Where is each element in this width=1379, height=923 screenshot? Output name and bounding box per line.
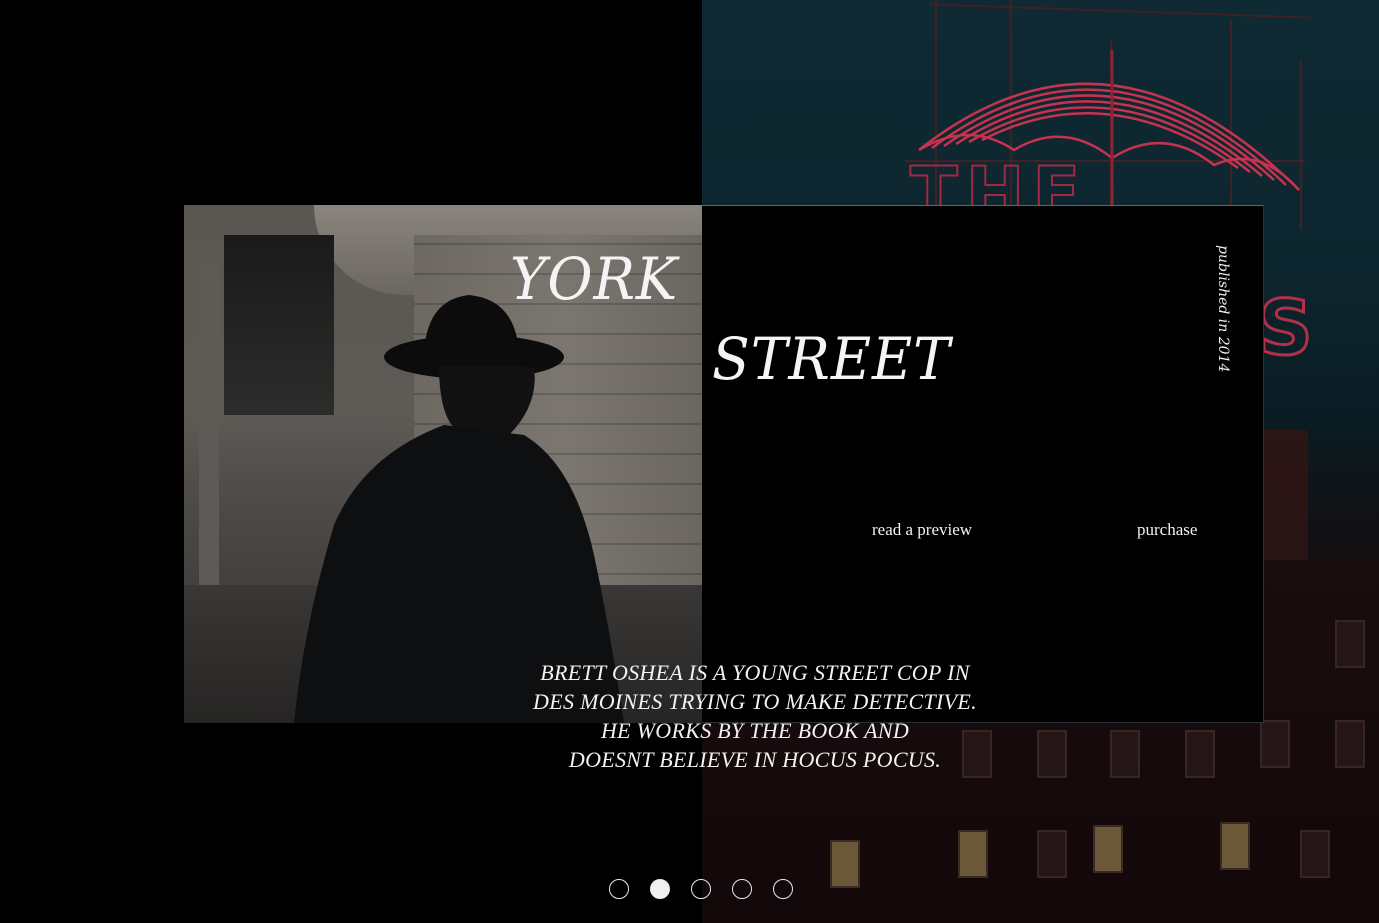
carousel-pagination: [609, 879, 793, 899]
synopsis-line: BRETT OSHEA IS A YOUNG STREET COP IN: [540, 660, 970, 685]
carousel-dot-3[interactable]: [691, 879, 711, 899]
synopsis-line: DES MOINES TRYING TO MAKE DETECTIVE.: [533, 689, 977, 714]
book-title-line1: YORK: [510, 245, 679, 313]
carousel-dot-5[interactable]: [773, 879, 793, 899]
carousel-dot-1[interactable]: [609, 879, 629, 899]
book-synopsis: BRETT OSHEA IS A YOUNG STREET COP IN DES…: [470, 658, 1040, 774]
book-title-line2: STREET: [712, 325, 951, 393]
published-date: published in 2014: [1215, 245, 1231, 373]
carousel-dot-2[interactable]: [650, 879, 670, 899]
read-preview-link[interactable]: read a preview: [872, 520, 972, 540]
book-info-card: [702, 205, 1264, 723]
purchase-link[interactable]: purchase: [1137, 520, 1197, 540]
synopsis-line: HE WORKS BY THE BOOK AND: [600, 718, 910, 743]
neon-letter-s: S: [1257, 283, 1315, 372]
carousel-dot-4[interactable]: [732, 879, 752, 899]
synopsis-line: DOESNT BELIEVE IN HOCUS POCUS.: [568, 747, 942, 772]
